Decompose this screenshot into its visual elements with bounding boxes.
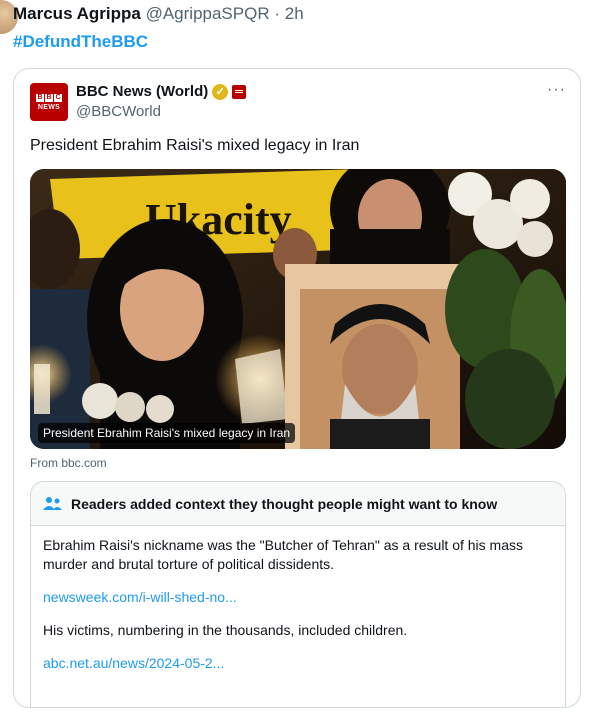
- affiliation-badge-icon: [232, 84, 247, 99]
- quoted-tweet-card[interactable]: B B C NEWS BBC News (World) ✓ @BBCWorld …: [13, 68, 581, 708]
- quoted-author-name-row[interactable]: BBC News (World) ✓: [76, 83, 247, 100]
- note-source-link[interactable]: abc.net.au/news/2024-05-2...: [43, 654, 553, 673]
- quoted-author-name[interactable]: BBC News (World): [76, 83, 208, 100]
- tweet-header: Marcus Agrippa @AgrippaSPQR · 2h: [13, 4, 304, 24]
- note-paragraph: His victims, numbering in the thousands,…: [43, 622, 408, 638]
- link-card-image[interactable]: Ukacity President Ebrahim Raisi's mixed …: [30, 169, 566, 449]
- timestamp[interactable]: 2h: [285, 4, 304, 23]
- link-source[interactable]: From bbc.com: [30, 456, 107, 470]
- author-name[interactable]: Marcus Agrippa: [13, 4, 141, 23]
- quoted-author-handle[interactable]: @BBCWorld: [76, 103, 161, 120]
- more-horizontal-icon[interactable]: ···: [547, 81, 566, 99]
- hashtag-link[interactable]: #DefundTheBBC: [13, 32, 148, 52]
- quoted-tweet-text: President Ebrahim Raisi's mixed legacy i…: [30, 137, 360, 154]
- community-note-title: Readers added context they thought peopl…: [71, 495, 498, 512]
- community-note-header[interactable]: Readers added context they thought peopl…: [31, 482, 565, 526]
- community-note: Readers added context they thought peopl…: [30, 481, 566, 707]
- bbc-logo-subtitle: NEWS: [37, 103, 61, 111]
- note-paragraph: Ebrahim Raisi's nickname was the "Butche…: [43, 537, 524, 572]
- vigil-photo: Ukacity: [30, 169, 566, 449]
- note-source-link[interactable]: newsweek.com/i-will-shed-no...: [43, 588, 553, 607]
- media-caption: President Ebrahim Raisi's mixed legacy i…: [38, 423, 296, 443]
- separator-dot: ·: [274, 4, 281, 23]
- author-handle[interactable]: @AgrippaSPQR: [146, 4, 270, 23]
- people-icon: [43, 496, 62, 510]
- community-note-body: Ebrahim Raisi's nickname was the "Butche…: [31, 526, 565, 697]
- verified-badge-icon: ✓: [212, 83, 229, 100]
- bbc-logo-blocks: B B C: [36, 93, 62, 102]
- bbc-news-avatar[interactable]: B B C NEWS: [30, 83, 68, 121]
